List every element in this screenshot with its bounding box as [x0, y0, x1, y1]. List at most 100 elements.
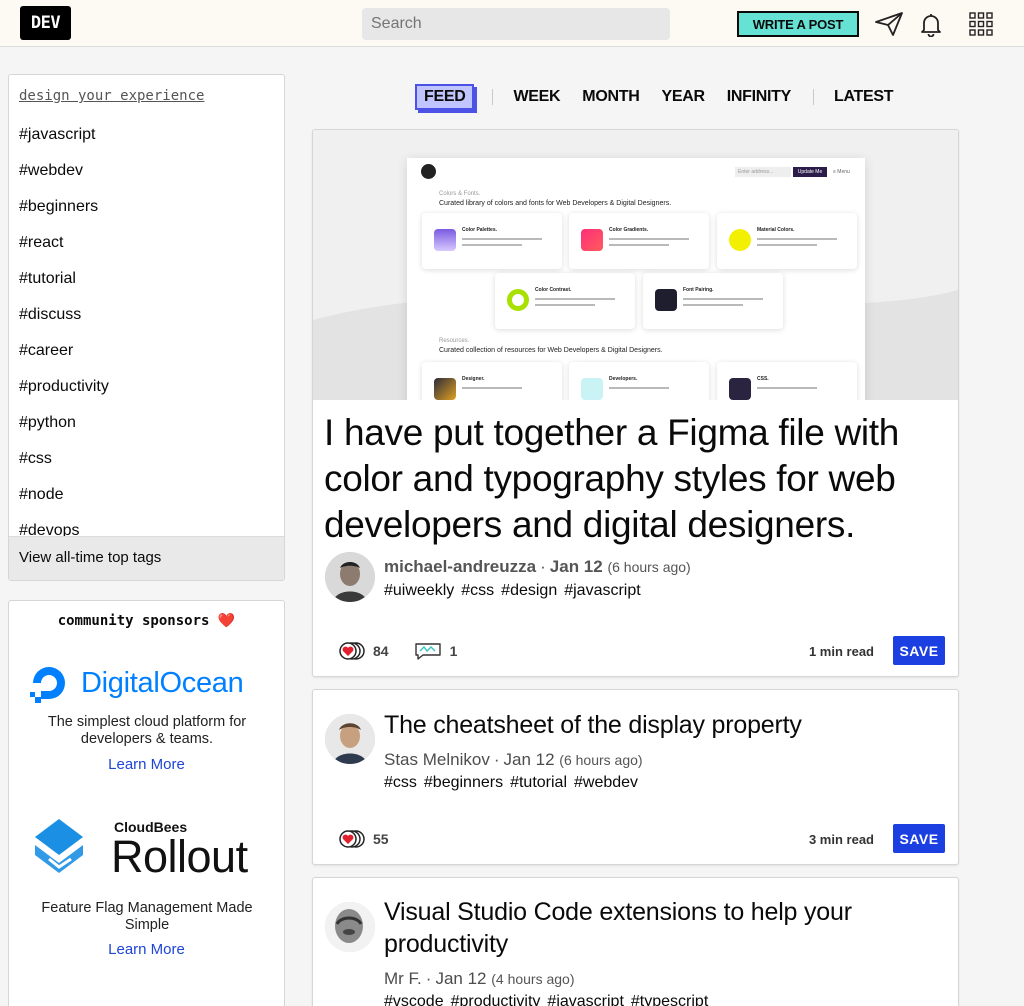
- tab-divider: [813, 89, 814, 105]
- tab-latest[interactable]: LATEST: [834, 88, 894, 106]
- author-avatar[interactable]: [325, 714, 375, 764]
- reactions-count: 55: [373, 831, 389, 847]
- mockup-section-label: Colors & Fonts.: [439, 191, 481, 197]
- mockup-tile: Font Pairing.: [643, 273, 783, 329]
- author-name[interactable]: Mr F.: [384, 969, 422, 988]
- mockup-tile: Material Colors.: [717, 213, 857, 269]
- article-card[interactable]: Visual Studio Code extensions to help yo…: [312, 877, 959, 1006]
- article-cover-image[interactable]: Enter address... Update Me ≡ Menu Colors…: [313, 130, 958, 400]
- mockup-menu-label: ≡ Menu: [833, 169, 850, 175]
- article-meta: Stas Melnikov · Jan 12 (6 hours ago): [384, 750, 643, 769]
- heart-reactions-icon: [339, 642, 365, 660]
- tag-link[interactable]: #productivity: [19, 376, 279, 412]
- tab-divider: [492, 89, 494, 105]
- comments-button[interactable]: 1: [413, 640, 457, 662]
- article-tag[interactable]: #webdev: [574, 774, 638, 791]
- author-name[interactable]: michael-andreuzza: [384, 557, 536, 576]
- tag-link[interactable]: #node: [19, 484, 279, 520]
- save-button[interactable]: SAVE: [893, 824, 945, 853]
- sponsors-title: community sponsors ❤️: [9, 613, 284, 629]
- digitalocean-learn-more-link[interactable]: Learn More: [9, 756, 284, 773]
- all-time-top-tags-link[interactable]: View all-time top tags: [9, 536, 284, 580]
- article-tags: #css #beginners #tutorial #webdev: [384, 774, 645, 792]
- mockup-tile: Color Contrast.: [495, 273, 635, 329]
- tag-link[interactable]: #react: [19, 232, 279, 268]
- bell-icon[interactable]: [916, 10, 946, 38]
- article-tag[interactable]: #vscode: [384, 993, 444, 1006]
- article-tag[interactable]: #css: [384, 774, 417, 791]
- rollout-brand-name: Rollout: [111, 831, 248, 882]
- article-tag[interactable]: #css: [461, 582, 494, 599]
- mockup-tile: Color Palettes.: [422, 213, 562, 269]
- article-tag[interactable]: #beginners: [424, 774, 503, 791]
- reactions-row: 84 1: [337, 640, 457, 662]
- relative-time: (6 hours ago): [559, 752, 643, 768]
- tag-link[interactable]: #webdev: [19, 160, 279, 196]
- publish-date: Jan 12: [549, 557, 603, 576]
- tag-link[interactable]: #tutorial: [19, 268, 279, 304]
- article-tags: #vscode #productivity #javascript #typescri…: [384, 993, 715, 1006]
- save-button[interactable]: SAVE: [893, 636, 945, 665]
- publish-date: Jan 12: [435, 969, 487, 988]
- tag-link[interactable]: #career: [19, 340, 279, 376]
- paper-plane-icon[interactable]: [874, 10, 904, 38]
- article-tag[interactable]: #uiweekly: [384, 582, 454, 599]
- article-tag[interactable]: #tutorial: [510, 774, 567, 791]
- relative-time: (6 hours ago): [607, 559, 691, 575]
- comment-icon: [414, 643, 441, 660]
- author-name[interactable]: Stas Melnikov: [384, 750, 490, 769]
- tag-link[interactable]: #python: [19, 412, 279, 448]
- read-time: 3 min read: [808, 832, 874, 847]
- tab-week[interactable]: WEEK: [513, 88, 560, 106]
- digitalocean-logo[interactable]: DigitalOcean: [27, 661, 244, 705]
- article-title[interactable]: The cheatsheet of the display property: [384, 709, 944, 741]
- article-tags: #uiweekly #css #design #javascript: [384, 582, 648, 600]
- mockup-section-label: Resources.: [439, 338, 470, 344]
- sponsors-title-text: community sponsors: [57, 613, 210, 629]
- article-tag[interactable]: #typescript: [631, 993, 708, 1006]
- tag-link[interactable]: #discuss: [19, 304, 279, 340]
- heart-emoji-icon: ❤️: [217, 613, 236, 629]
- tab-year[interactable]: YEAR: [661, 88, 705, 106]
- tag-link[interactable]: #javascript: [19, 124, 279, 160]
- rollout-logo[interactable]: CloudBees Rollout: [31, 815, 271, 885]
- tag-link[interactable]: #css: [19, 448, 279, 484]
- article-title[interactable]: Visual Studio Code extensions to help yo…: [384, 896, 944, 960]
- mockup-email-input: Enter address...: [735, 167, 791, 177]
- digitalocean-brand-name: DigitalOcean: [81, 666, 244, 699]
- reactions-button[interactable]: 84: [337, 640, 389, 662]
- article-title[interactable]: I have put together a Figma file with co…: [324, 410, 952, 548]
- apps-grid-icon[interactable]: [966, 10, 996, 38]
- mockup-update-button: Update Me: [793, 167, 827, 177]
- publish-date: Jan 12: [503, 750, 555, 769]
- tab-infinity[interactable]: INFINITY: [727, 88, 792, 106]
- sponsors-card: community sponsors ❤️ DigitalOcean The s…: [8, 600, 285, 1006]
- dev-logo[interactable]: DEV: [20, 6, 71, 40]
- author-avatar[interactable]: [325, 902, 375, 952]
- mockup-section-heading: Curated library of colors and fonts for …: [439, 200, 672, 207]
- tag-list[interactable]: #javascript #webdev #beginners #react #t…: [19, 124, 279, 538]
- rollout-logo-icon: [35, 819, 83, 873]
- article-tag[interactable]: #javascript: [547, 993, 623, 1006]
- mockup-tile: Designer.: [422, 362, 562, 400]
- design-experience-link[interactable]: design your experience: [19, 88, 204, 104]
- author-avatar[interactable]: [325, 552, 375, 602]
- article-tag[interactable]: #productivity: [451, 993, 541, 1006]
- article-tag[interactable]: #design: [501, 582, 557, 599]
- reactions-button[interactable]: 55: [337, 828, 389, 850]
- mockup-tile: CSS.: [717, 362, 857, 400]
- rollout-learn-more-link[interactable]: Learn More: [9, 941, 284, 958]
- article-meta: Mr F. · Jan 12 (4 hours ago): [384, 969, 575, 988]
- top-bar: DEV WRITE A POST: [0, 0, 1024, 47]
- article-card[interactable]: The cheatsheet of the display property S…: [312, 689, 959, 865]
- read-time: 1 min read: [808, 644, 874, 659]
- tab-month[interactable]: MONTH: [582, 88, 639, 106]
- tab-feed[interactable]: FEED: [415, 84, 475, 110]
- article-card[interactable]: Enter address... Update Me ≡ Menu Colors…: [312, 129, 959, 677]
- article-tag[interactable]: #javascript: [564, 582, 640, 599]
- tag-link[interactable]: #beginners: [19, 196, 279, 232]
- write-post-button[interactable]: WRITE A POST: [737, 11, 859, 37]
- reactions-row: 55: [337, 828, 389, 850]
- reactions-count: 84: [373, 643, 389, 659]
- search-input[interactable]: [362, 8, 670, 40]
